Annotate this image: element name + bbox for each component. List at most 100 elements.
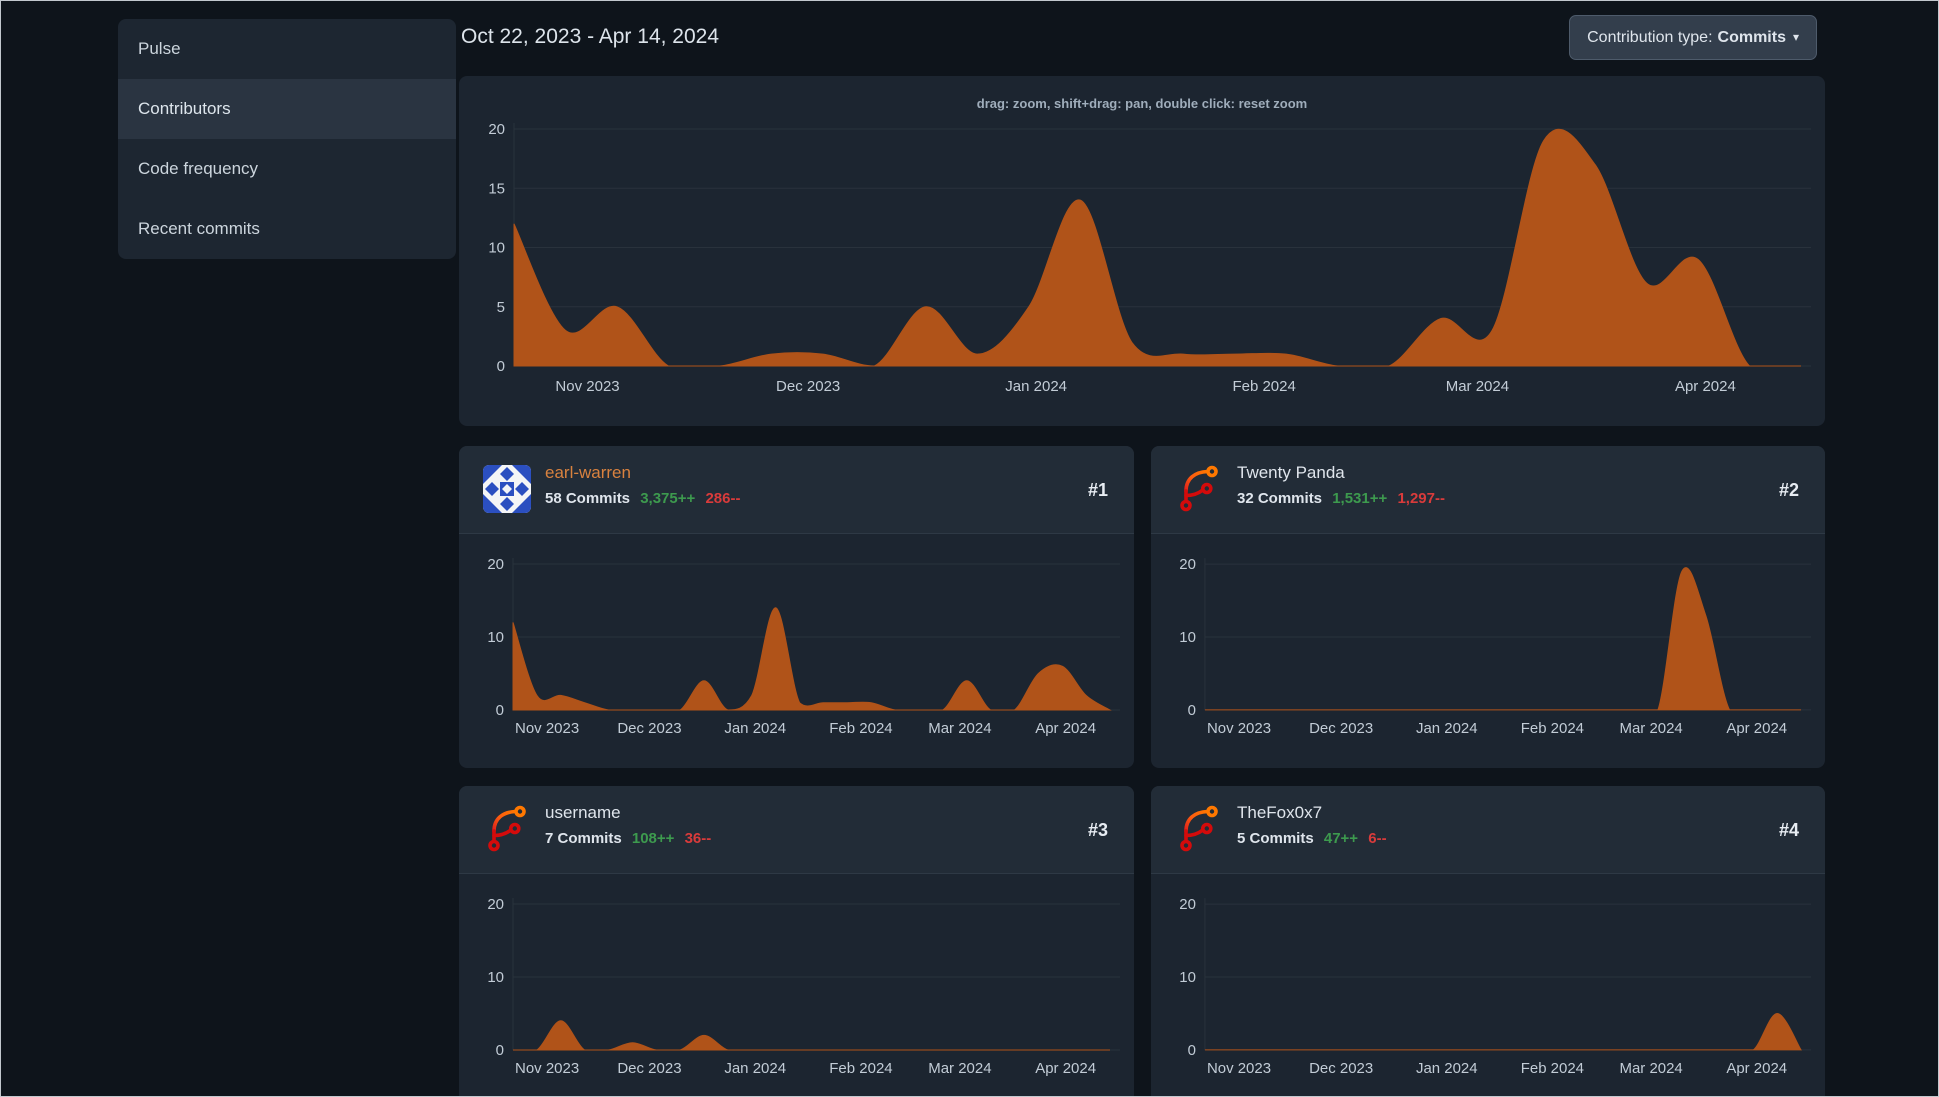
contributor-card: username 7 Commits 108++ 36-- #3 0 10 20 No… bbox=[459, 786, 1134, 1097]
deletions-count: 36-- bbox=[684, 830, 712, 847]
contributor-rank-badge: #2 bbox=[1778, 480, 1799, 500]
svg-text:Feb 2024: Feb 2024 bbox=[1521, 720, 1584, 737]
svg-text:Dec 2023: Dec 2023 bbox=[617, 1060, 681, 1077]
additions-count: 47++ bbox=[1323, 830, 1359, 847]
contributors-page: Pulse Contributors Code frequency Recent… bbox=[0, 0, 1939, 1097]
main-contributions-chart-card: drag: zoom, shift+drag: pan, double clic… bbox=[459, 76, 1825, 426]
svg-text:20: 20 bbox=[487, 556, 504, 573]
svg-text:0: 0 bbox=[496, 1042, 504, 1059]
svg-text:Jan 2024: Jan 2024 bbox=[1005, 378, 1067, 395]
forgejo-logo-avatar bbox=[1175, 465, 1223, 513]
svg-text:5: 5 bbox=[497, 299, 505, 316]
commit-count: 5 Commits bbox=[1237, 830, 1314, 847]
commit-count: 58 Commits bbox=[545, 490, 631, 507]
svg-text:Nov 2023: Nov 2023 bbox=[1207, 720, 1271, 737]
contributor-card-header: TheFox0x7 5 Commits 47++ 6-- #4 bbox=[1151, 786, 1825, 874]
svg-text:Dec 2023: Dec 2023 bbox=[776, 378, 840, 395]
svg-text:10: 10 bbox=[487, 629, 504, 646]
svg-text:Dec 2023: Dec 2023 bbox=[617, 720, 681, 737]
svg-text:Nov 2023: Nov 2023 bbox=[515, 720, 579, 737]
contributor-stats: 7 Commits 108++ 36-- bbox=[545, 830, 711, 847]
svg-text:Jan 2024: Jan 2024 bbox=[1416, 720, 1478, 737]
contributor-stats: 5 Commits 47++ 6-- bbox=[1237, 830, 1387, 847]
svg-text:10: 10 bbox=[1179, 969, 1196, 986]
svg-text:Mar 2024: Mar 2024 bbox=[928, 1060, 991, 1077]
contributor-rank-badge: #3 bbox=[1087, 820, 1108, 840]
additions-count: 1,531++ bbox=[1332, 490, 1388, 507]
svg-text:Feb 2024: Feb 2024 bbox=[829, 1060, 892, 1077]
contributor-name[interactable]: earl-warren bbox=[545, 463, 631, 483]
svg-text:Feb 2024: Feb 2024 bbox=[1232, 378, 1295, 395]
contributor-card: Twenty Panda 32 Commits 1,531++ 1,297-- … bbox=[1151, 446, 1825, 768]
svg-text:Feb 2024: Feb 2024 bbox=[1521, 1060, 1584, 1077]
contributor-card: TheFox0x7 5 Commits 47++ 6-- #4 0 10 20 Nov… bbox=[1151, 786, 1825, 1097]
contributor-card: earl-warren 58 Commits 3,375++ 286-- #1 … bbox=[459, 446, 1134, 768]
svg-text:10: 10 bbox=[487, 969, 504, 986]
svg-text:Apr 2024: Apr 2024 bbox=[1726, 720, 1787, 737]
svg-text:Dec 2023: Dec 2023 bbox=[1309, 720, 1373, 737]
contributor-chart[interactable]: 0 10 20 Nov 2023 Dec 2023 Jan 2024 Feb 2024 Mar… bbox=[459, 874, 1134, 1097]
svg-text:Apr 2024: Apr 2024 bbox=[1675, 378, 1736, 395]
forgejo-logo-avatar bbox=[1175, 805, 1223, 853]
svg-text:Dec 2023: Dec 2023 bbox=[1309, 1060, 1373, 1077]
svg-text:Mar 2024: Mar 2024 bbox=[1446, 378, 1509, 395]
contributor-card-header: Twenty Panda 32 Commits 1,531++ 1,297-- … bbox=[1151, 446, 1825, 534]
deletions-count: 6-- bbox=[1368, 830, 1387, 847]
contributor-chart[interactable]: 0 10 20 Nov 2023 Dec 2023 Jan 2024 Feb 2024 Mar… bbox=[1151, 534, 1825, 768]
date-range-heading: Oct 22, 2023 - Apr 14, 2024 bbox=[461, 25, 720, 48]
caret-down-icon: ▾ bbox=[1792, 29, 1799, 44]
commit-count: 32 Commits bbox=[1237, 490, 1323, 507]
svg-text:0: 0 bbox=[1188, 1042, 1196, 1059]
identicon-avatar bbox=[483, 465, 531, 513]
svg-text:Nov 2023: Nov 2023 bbox=[515, 1060, 579, 1077]
sidebar-item-code-frequency[interactable]: Code frequency bbox=[118, 139, 456, 199]
svg-text:Jan 2024: Jan 2024 bbox=[1416, 1060, 1478, 1077]
contributor-rank-badge: #1 bbox=[1087, 480, 1108, 500]
sidebar-item-recent-commits[interactable]: Recent commits bbox=[118, 199, 456, 259]
svg-text:Mar 2024: Mar 2024 bbox=[928, 720, 991, 737]
svg-text:10: 10 bbox=[1179, 629, 1196, 646]
contributor-chart[interactable]: 0 10 20 Nov 2023 Dec 2023 Jan 2024 Feb 2024 Mar… bbox=[1151, 874, 1825, 1097]
svg-text:15: 15 bbox=[488, 180, 505, 197]
contribution-type-label: Contribution type: bbox=[1587, 28, 1713, 46]
svg-text:20: 20 bbox=[488, 121, 505, 138]
additions-count: 108++ bbox=[631, 830, 675, 847]
contribution-type-dropdown[interactable]: Contribution type: Commits ▾ bbox=[1569, 15, 1817, 60]
deletions-count: 286-- bbox=[705, 490, 741, 507]
forgejo-logo-avatar bbox=[483, 805, 531, 853]
sidebar-item-pulse[interactable]: Pulse bbox=[118, 19, 456, 79]
svg-text:20: 20 bbox=[1179, 556, 1196, 573]
additions-count: 3,375++ bbox=[640, 490, 696, 507]
svg-text:Jan 2024: Jan 2024 bbox=[724, 1060, 786, 1077]
contributor-stats: 32 Commits 1,531++ 1,297-- bbox=[1237, 490, 1445, 507]
contributor-cards-grid: earl-warren 58 Commits 3,375++ 286-- #1 … bbox=[459, 446, 1825, 1097]
svg-text:10: 10 bbox=[488, 240, 505, 257]
svg-text:Nov 2023: Nov 2023 bbox=[1207, 1060, 1271, 1077]
contributor-name: Twenty Panda bbox=[1237, 463, 1345, 482]
svg-text:0: 0 bbox=[497, 358, 505, 375]
contributor-card-header: earl-warren 58 Commits 3,375++ 286-- #1 bbox=[459, 446, 1134, 534]
main-contributions-chart[interactable]: 0 5 10 15 20 Nov 2023 Dec 2023 Jan 2024 Feb 2024… bbox=[459, 76, 1825, 426]
svg-text:Apr 2024: Apr 2024 bbox=[1726, 1060, 1787, 1077]
svg-text:Feb 2024: Feb 2024 bbox=[829, 720, 892, 737]
svg-text:Apr 2024: Apr 2024 bbox=[1035, 720, 1096, 737]
svg-text:0: 0 bbox=[1188, 702, 1196, 719]
svg-text:0: 0 bbox=[496, 702, 504, 719]
contributor-stats: 58 Commits 3,375++ 286-- bbox=[545, 490, 740, 507]
svg-text:Nov 2023: Nov 2023 bbox=[555, 378, 619, 395]
svg-text:20: 20 bbox=[1179, 896, 1196, 913]
svg-text:Apr 2024: Apr 2024 bbox=[1035, 1060, 1096, 1077]
contribution-type-value: Commits bbox=[1717, 28, 1786, 46]
sidebar-item-contributors[interactable]: Contributors bbox=[118, 79, 456, 139]
commit-count: 7 Commits bbox=[545, 830, 622, 847]
activity-sidebar: Pulse Contributors Code frequency Recent… bbox=[118, 19, 456, 259]
svg-text:Mar 2024: Mar 2024 bbox=[1620, 1060, 1683, 1077]
contributor-rank-badge: #4 bbox=[1778, 820, 1799, 840]
svg-text:Jan 2024: Jan 2024 bbox=[724, 720, 786, 737]
deletions-count: 1,297-- bbox=[1397, 490, 1445, 507]
contributor-name: TheFox0x7 bbox=[1237, 803, 1323, 822]
contributor-card-header: username 7 Commits 108++ 36-- #3 bbox=[459, 786, 1134, 874]
svg-text:20: 20 bbox=[487, 896, 504, 913]
contributor-chart[interactable]: 0 10 20 Nov 2023 Dec 2023 Jan 2024 Feb 2024 Mar… bbox=[459, 534, 1134, 768]
svg-text:Mar 2024: Mar 2024 bbox=[1620, 720, 1683, 737]
